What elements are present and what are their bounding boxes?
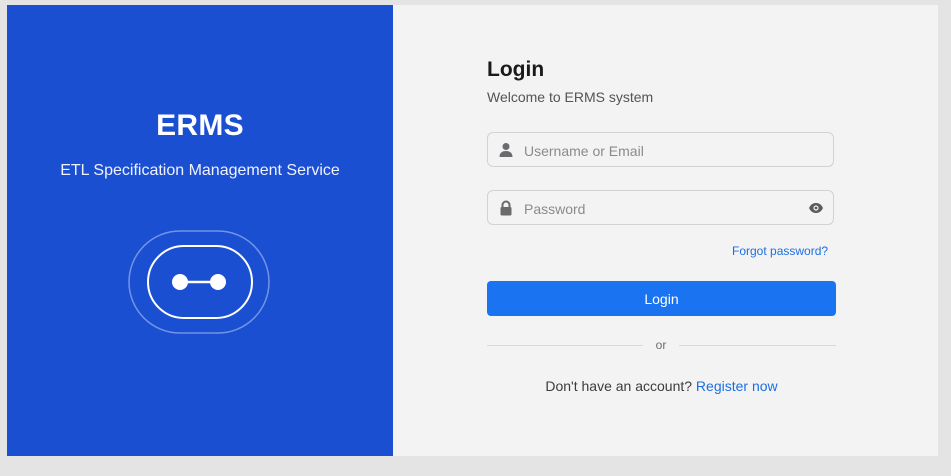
password-input[interactable] — [522, 191, 806, 226]
login-subtitle: Welcome to ERMS system — [487, 89, 654, 105]
brand-panel: ERMS ETL Specification Management Servic… — [7, 5, 393, 456]
login-title: Login — [487, 58, 545, 81]
forgot-password-link[interactable]: Forgot password? — [732, 244, 828, 258]
register-prompt: Don't have an account? — [545, 378, 693, 394]
password-field[interactable] — [487, 190, 834, 226]
connector-logo-icon — [128, 230, 270, 334]
username-field[interactable] — [487, 132, 834, 168]
divider-right — [679, 345, 836, 346]
lock-icon — [500, 200, 512, 216]
register-row: Don't have an account? Register now — [487, 378, 836, 394]
login-button[interactable]: Login — [487, 281, 836, 316]
username-input[interactable] — [522, 133, 806, 168]
user-icon — [499, 143, 513, 157]
brand-name: ERMS — [156, 109, 244, 142]
divider-or-text: or — [655, 338, 667, 352]
divider-left — [487, 345, 643, 346]
eye-icon[interactable] — [808, 201, 824, 215]
register-link[interactable]: Register now — [696, 378, 778, 394]
brand-tagline: ETL Specification Management Service — [60, 162, 340, 179]
